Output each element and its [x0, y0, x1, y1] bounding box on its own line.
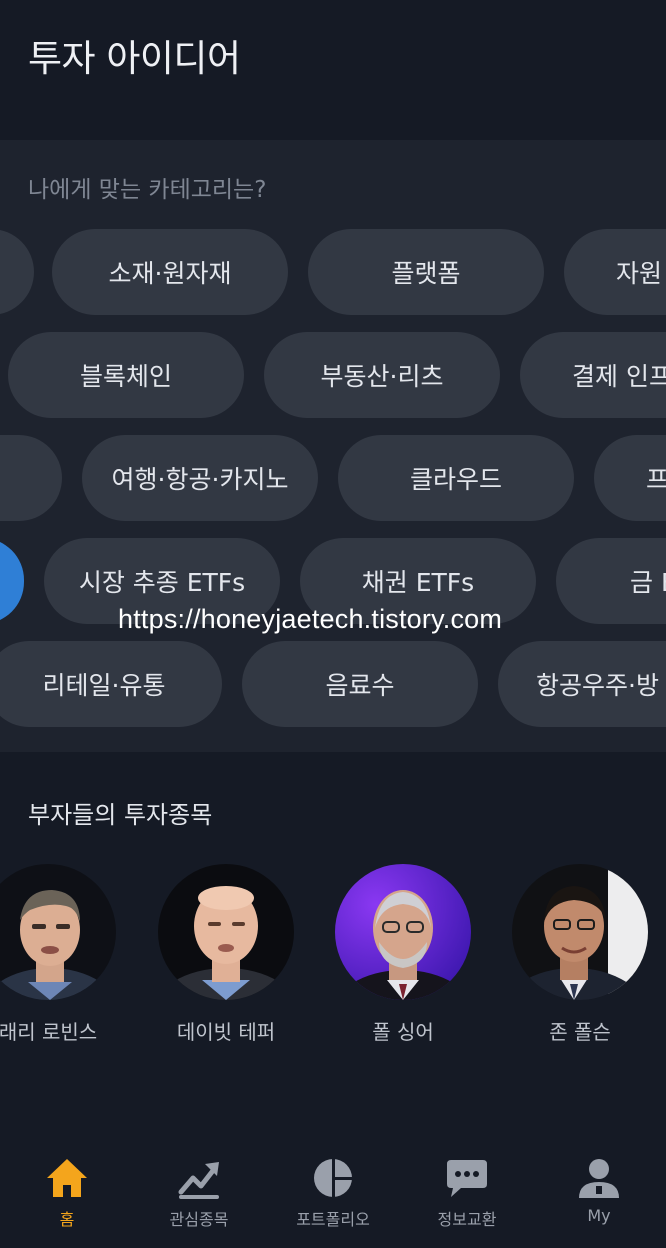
category-row-1: 소재·원자재 플랫폼 자원 — [0, 229, 666, 315]
investor-name: 존 폴슨 — [549, 1020, 611, 1044]
category-chip-highlight[interactable] — [0, 538, 24, 624]
tab-label: 홈 — [59, 1210, 75, 1229]
page-title: 투자 아이디어 — [28, 37, 241, 80]
tab-label: 포트폴리오 — [296, 1210, 370, 1229]
pie-chart-icon — [314, 1158, 353, 1198]
tab-community[interactable]: 정보교환 — [402, 1156, 532, 1236]
category-chip[interactable] — [0, 435, 62, 521]
tab-label: 정보교환 — [437, 1210, 497, 1229]
investor-name: 폴 싱어 — [372, 1020, 434, 1044]
trend-chart-icon — [178, 1162, 219, 1199]
category-chip-gold-etfs[interactable]: 금 E — [556, 538, 666, 624]
category-chip-materials[interactable]: 소재·원자재 — [52, 229, 288, 315]
category-row-3: 여행·항공·카지노 클라우드 프 — [0, 435, 666, 521]
investors-section-title: 부자들의 투자종목 — [28, 801, 213, 829]
category-panel: 나에게 맞는 카테고리는? 소재·원자재 플랫폼 자원 블록체인 부동산·리츠 … — [0, 140, 666, 752]
category-row-5: 리테일·유통 음료수 항공우주·방 — [0, 641, 666, 727]
avatar — [0, 864, 116, 1000]
investor-card-1[interactable]: 래리 로빈스 — [0, 864, 120, 1044]
investor-name: 데이빗 테퍼 — [176, 1020, 276, 1044]
avatar — [335, 864, 471, 1000]
category-chip-cloud[interactable]: 클라우드 — [338, 435, 574, 521]
category-chip-retail[interactable]: 리테일·유통 — [0, 641, 222, 727]
category-chip-resources[interactable]: 자원 — [564, 229, 666, 315]
tab-label: My — [587, 1206, 611, 1225]
tab-label: 관심종목 — [169, 1210, 229, 1229]
category-chip[interactable] — [0, 229, 34, 315]
category-chip-beverages[interactable]: 음료수 — [242, 641, 478, 727]
tab-portfolio[interactable]: 포트폴리오 — [268, 1156, 398, 1236]
bottom-tab-bar: 홈 관심종목 포트폴리오 정보교환 My — [0, 1140, 666, 1248]
category-chip-blockchain[interactable]: 블록체인 — [8, 332, 244, 418]
category-chip-travel[interactable]: 여행·항공·카지노 — [82, 435, 318, 521]
category-chip-real-estate[interactable]: 부동산·리츠 — [264, 332, 500, 418]
category-chip-partial[interactable]: 프 — [594, 435, 666, 521]
category-chip-aerospace[interactable]: 항공우주·방 — [498, 641, 666, 727]
tab-my[interactable]: My — [534, 1156, 664, 1236]
investor-card-3[interactable]: 폴 싱어 — [335, 864, 475, 1044]
investor-name: 래리 로빈스 — [0, 1020, 98, 1044]
category-row-2: 블록체인 부동산·리츠 결제 인프 — [0, 332, 666, 418]
user-icon — [579, 1159, 619, 1198]
chat-bubble-icon — [447, 1160, 487, 1197]
investor-card-2[interactable]: 데이빗 테퍼 — [158, 864, 298, 1044]
tab-home[interactable]: 홈 — [2, 1156, 132, 1236]
category-chip-payment-infra[interactable]: 결제 인프 — [520, 332, 666, 418]
tab-watchlist[interactable]: 관심종목 — [134, 1156, 264, 1236]
category-chip-platform[interactable]: 플랫폼 — [308, 229, 544, 315]
avatar — [512, 864, 648, 1000]
home-icon — [47, 1159, 87, 1197]
header: 투자 아이디어 — [0, 0, 666, 140]
watermark-url: https://honeyjaetech.tistory.com — [118, 604, 503, 634]
investor-card-4[interactable]: 존 폴슨 — [512, 864, 652, 1044]
avatar — [158, 864, 294, 1000]
category-question: 나에게 맞는 카테고리는? — [28, 177, 267, 203]
